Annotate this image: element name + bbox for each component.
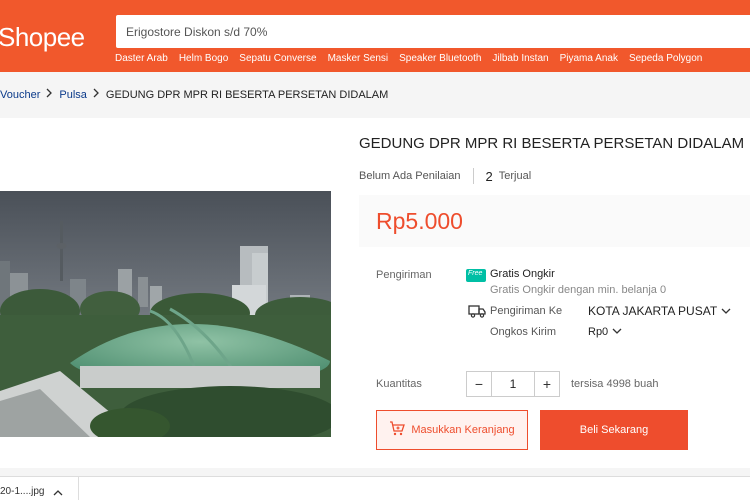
hotword-link[interactable]: Sepatu Converse — [239, 53, 316, 64]
shipping-label: Pengiriman — [376, 269, 432, 281]
sold-label: Terjual — [498, 170, 532, 182]
product-title: GEDUNG DPR MPR RI BESERTA PERSETAN DIDAL… — [359, 135, 745, 152]
rating-summary: Belum Ada Penilaian 2 Terjual — [359, 168, 531, 184]
quantity-increase-button[interactable]: + — [534, 371, 560, 397]
destination-value: KOTA JAKARTA PUSAT — [588, 304, 718, 318]
quantity-label: Kuantitas — [376, 378, 422, 390]
search-bar[interactable] — [116, 15, 750, 48]
top-header: Shopee Daster Arab Helm Bogo Sepatu Conv… — [0, 0, 750, 72]
divider — [472, 168, 474, 184]
stock-remaining: tersisa 4998 buah — [571, 378, 659, 390]
cart-icon — [389, 421, 406, 439]
divider — [78, 477, 79, 500]
chevron-right-icon — [93, 88, 100, 101]
shipping-cost-value: Rp0 — [588, 326, 609, 338]
free-badge-text: Free — [468, 270, 483, 277]
buy-now-button[interactable]: Beli Sekarang — [540, 410, 688, 450]
product-image[interactable] — [0, 191, 331, 437]
hotword-link[interactable]: Masker Sensi — [328, 53, 389, 64]
hotword-link[interactable]: Jilbab Instan — [492, 53, 548, 64]
breadcrumb-current: GEDUNG DPR MPR RI BESERTA PERSETAN DIDAL… — [105, 88, 389, 101]
search-input[interactable] — [116, 15, 750, 48]
rating-text[interactable]: Belum Ada Penilaian — [359, 170, 461, 182]
free-shipping-icon: Free — [466, 269, 486, 282]
destination-label: Pengiriman Ke — [490, 305, 563, 317]
quantity-stepper: − + — [466, 371, 560, 397]
product-price: Rp5.000 — [376, 208, 463, 234]
breadcrumb-pulsa[interactable]: Pulsa — [59, 89, 87, 101]
shipping-cost-label: Ongkos Kirim — [490, 326, 557, 338]
download-filename[interactable]: 20-1....jpg — [0, 486, 44, 497]
hotword-link[interactable]: Daster Arab — [115, 53, 168, 64]
shopee-logo[interactable]: Shopee — [0, 22, 85, 53]
chevron-up-icon[interactable] — [53, 484, 63, 500]
product-photo — [0, 191, 331, 437]
price-box: Rp5.000 — [359, 195, 750, 247]
product-card: GEDUNG DPR MPR RI BESERTA PERSETAN DIDAL… — [0, 118, 750, 468]
free-shipping-title: Gratis Ongkir — [490, 268, 555, 280]
chevron-down-icon — [612, 326, 622, 338]
add-to-cart-label: Masukkan Keranjang — [411, 424, 515, 436]
free-shipping-subtitle: Gratis Ongkir dengan min. belanja 0 — [490, 284, 667, 296]
add-to-cart-button[interactable]: Masukkan Keranjang — [376, 410, 528, 450]
hotword-link[interactable]: Sepeda Polygon — [629, 53, 702, 64]
hotword-list: Daster Arab Helm Bogo Sepatu Converse Ma… — [115, 53, 702, 64]
sold-count: 2 — [485, 168, 493, 184]
download-bar: 20-1....jpg — [0, 476, 750, 500]
truck-icon — [468, 304, 486, 323]
quantity-input[interactable] — [492, 371, 534, 397]
destination-select[interactable]: KOTA JAKARTA PUSAT — [588, 304, 731, 318]
hotword-link[interactable]: Speaker Bluetooth — [399, 53, 481, 64]
quantity-decrease-button[interactable]: − — [466, 371, 492, 397]
hotword-link[interactable]: Helm Bogo — [179, 53, 228, 64]
hotword-link[interactable]: Piyama Anak — [560, 53, 618, 64]
shipping-cost-select[interactable]: Rp0 — [588, 326, 622, 338]
breadcrumb-voucher[interactable]: Voucher — [0, 89, 40, 101]
breadcrumb: Voucher Pulsa GEDUNG DPR MPR RI BESERTA … — [0, 88, 388, 101]
chevron-down-icon — [721, 304, 731, 318]
chevron-right-icon — [46, 88, 53, 101]
